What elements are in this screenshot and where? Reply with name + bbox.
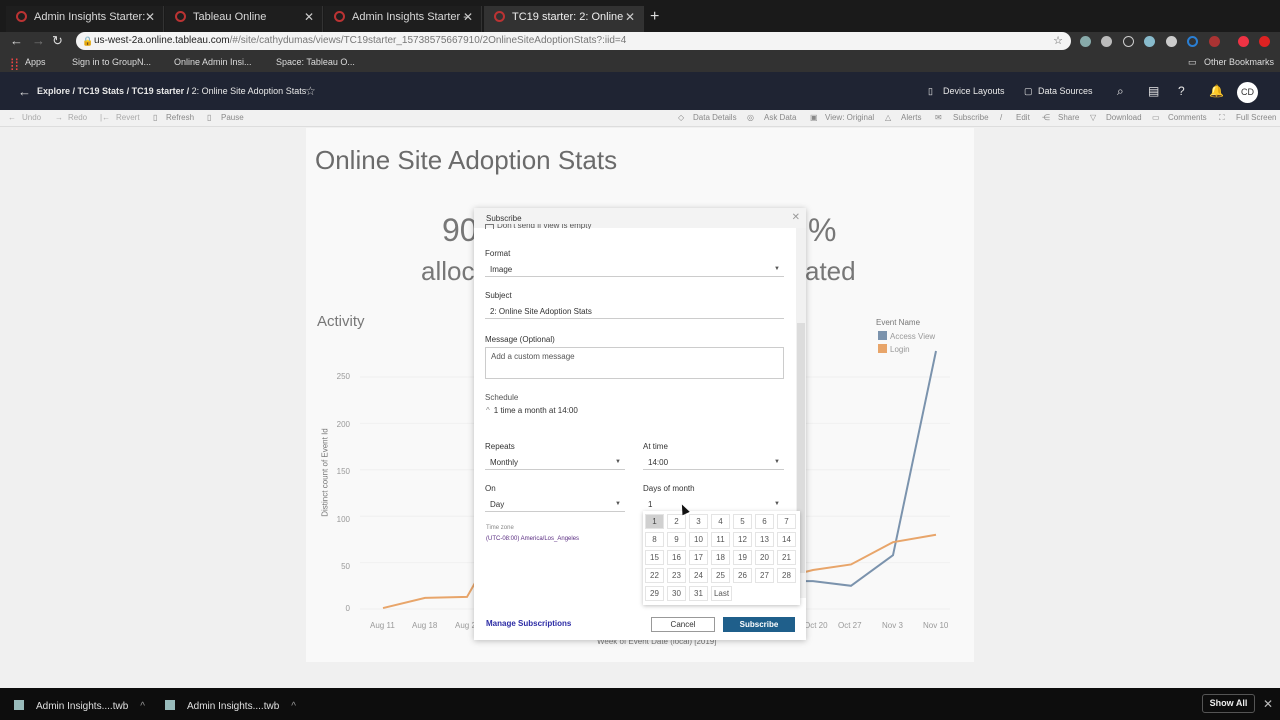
day-option[interactable]: 17 — [689, 550, 708, 565]
y-tick-label: 0 — [345, 604, 350, 613]
file-icon — [165, 700, 175, 710]
day-option[interactable]: 29 — [645, 586, 664, 601]
day-option[interactable]: 7 — [777, 514, 796, 529]
schedule-label: Schedule — [485, 393, 519, 402]
day-option[interactable]: 14 — [777, 532, 796, 547]
day-option[interactable]: 28 — [777, 568, 796, 583]
day-option[interactable]: 6 — [755, 514, 774, 529]
x-tick-label: Nov 3 — [882, 621, 903, 630]
y-axis-label: Distinct count of Event Id — [320, 428, 330, 517]
day-option[interactable]: 13 — [755, 532, 774, 547]
dropdown-caret-icon: ▼ — [615, 501, 621, 507]
legend-item-access-view[interactable]: Access View — [878, 331, 935, 341]
dont-send-empty-checkbox[interactable]: Don't send if view is empty — [485, 224, 785, 229]
days-of-month-select[interactable]: 1 ▼ — [643, 498, 784, 512]
day-option[interactable]: 31 — [689, 586, 708, 601]
subscribe-submit-button[interactable]: Subscribe — [723, 617, 795, 632]
day-option[interactable]: 27 — [755, 568, 774, 583]
day-option[interactable]: 9 — [667, 532, 686, 547]
dropdown-caret-icon: ▼ — [774, 459, 780, 465]
legend-swatch — [878, 344, 887, 353]
day-option[interactable]: 5 — [733, 514, 752, 529]
legend-item-login[interactable]: Login — [878, 344, 910, 354]
series-line-access-view[interactable] — [805, 350, 937, 587]
manage-subscriptions-link[interactable]: Manage Subscriptions — [486, 619, 571, 628]
file-icon — [14, 700, 24, 710]
at-time-label: At time — [643, 442, 668, 451]
dropdown-caret-icon: ▼ — [615, 459, 621, 465]
x-tick-label: Aug 2 — [455, 621, 476, 630]
timezone-value[interactable]: (UTC-08:00) America/Los_Angeles — [486, 536, 579, 542]
series-line-login[interactable] — [804, 533, 937, 573]
repeats-label: Repeats — [485, 442, 515, 451]
x-tick-label: Aug 11 — [370, 621, 395, 630]
x-tick-label: Nov 10 — [923, 621, 949, 630]
series-line-login[interactable] — [382, 580, 477, 610]
cancel-button[interactable]: Cancel — [651, 617, 715, 632]
day-option[interactable]: 11 — [711, 532, 730, 547]
day-option[interactable]: 12 — [733, 532, 752, 547]
chevron-up-icon: ^ — [486, 406, 490, 415]
day-option[interactable]: 22 — [645, 568, 664, 583]
day-option[interactable]: 21 — [777, 550, 796, 565]
close-icon[interactable]: ✕ — [1263, 697, 1273, 711]
message-textarea[interactable]: Add a custom message — [485, 347, 784, 379]
y-tick-label: 250 — [336, 372, 350, 381]
day-option[interactable]: 25 — [711, 568, 730, 583]
day-option[interactable]: 30 — [667, 586, 686, 601]
x-tick-label: Aug 18 — [412, 621, 438, 630]
legend-title: Event Name — [876, 318, 921, 327]
day-option[interactable]: 8 — [645, 532, 664, 547]
dropdown-caret-icon: ▼ — [774, 501, 780, 507]
day-option[interactable]: 18 — [711, 550, 730, 565]
x-tick-label: Oct 20 — [804, 621, 828, 630]
repeats-select[interactable]: Monthly ▼ — [485, 456, 625, 470]
day-option[interactable]: 15 — [645, 550, 664, 565]
day-option[interactable]: 26 — [733, 568, 752, 583]
at-time-select[interactable]: 14:00 ▼ — [643, 456, 784, 470]
day-option[interactable]: 24 — [689, 568, 708, 583]
format-label: Format — [485, 249, 511, 258]
checkbox[interactable] — [485, 224, 494, 229]
download-item[interactable]: Admin Insights....twb ^ — [14, 700, 145, 712]
subject-label: Subject — [485, 291, 512, 300]
days-of-month-label: Days of month — [643, 484, 695, 493]
day-option[interactable]: 3 — [689, 514, 708, 529]
schedule-toggle[interactable]: ^ 1 time a month at 14:00 — [486, 406, 578, 415]
day-option[interactable]: 23 — [667, 568, 686, 583]
day-option[interactable]: 4 — [711, 514, 730, 529]
legend-swatch — [878, 331, 887, 340]
format-select[interactable]: Image ▼ — [485, 263, 784, 277]
days-of-month-picker: 1 2 3 4 5 6 7 8 9 10 11 12 13 14 15 16 17 18 19 20 21 22 23 24 2… — [643, 511, 800, 605]
day-option[interactable]: 1 — [645, 514, 664, 529]
on-label: On — [485, 484, 496, 493]
dialog-title: Subscribe — [486, 214, 522, 223]
day-option[interactable]: Last — [711, 586, 732, 601]
chevron-up-icon[interactable]: ^ — [291, 701, 296, 712]
show-all-button[interactable]: Show All — [1202, 694, 1255, 713]
x-tick-label: Oct 27 — [838, 621, 862, 630]
dropdown-caret-icon: ▼ — [774, 266, 780, 272]
day-option[interactable]: 16 — [667, 550, 686, 565]
day-option[interactable]: 19 — [733, 550, 752, 565]
day-option[interactable]: 20 — [755, 550, 774, 565]
message-label: Message (Optional) — [485, 335, 555, 344]
timezone-label: Time zone — [486, 525, 514, 531]
on-select[interactable]: Day ▼ — [485, 498, 625, 512]
close-icon[interactable]: ✕ — [792, 212, 800, 223]
day-option[interactable]: 2 — [667, 514, 686, 529]
y-tick-label: 50 — [341, 562, 350, 571]
subject-input[interactable]: 2: Online Site Adoption Stats — [485, 305, 784, 319]
day-option[interactable]: 10 — [689, 532, 708, 547]
download-item[interactable]: Admin Insights....twb ^ — [165, 700, 296, 712]
chevron-up-icon[interactable]: ^ — [140, 701, 145, 712]
